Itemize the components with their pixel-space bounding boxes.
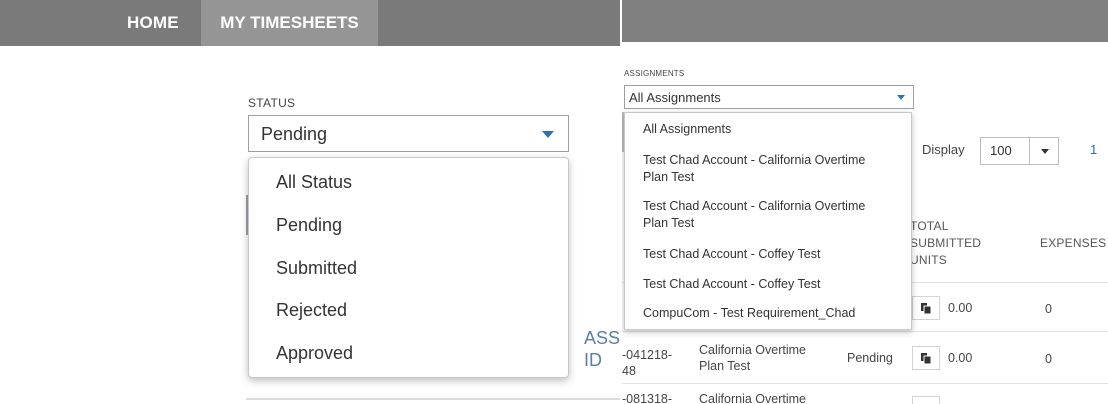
row2-status: Pending bbox=[847, 351, 893, 365]
total-units-header-line2: SUBMITTED bbox=[910, 236, 982, 250]
chevron-down-icon bbox=[542, 131, 554, 138]
copy-icon bbox=[921, 303, 931, 314]
status-select[interactable]: Pending bbox=[248, 115, 569, 152]
status-option-approved[interactable]: Approved bbox=[276, 343, 353, 364]
left-panel: HOME MY TIMESHEETS STATUS Pending All St… bbox=[0, 0, 620, 404]
status-option-all[interactable]: All Status bbox=[276, 172, 352, 193]
assignment-id-column-header[interactable]: ASSI ID bbox=[584, 327, 620, 371]
row1-expenses-value: 0 bbox=[1045, 302, 1052, 316]
assignment-option[interactable]: Test Chad Account - California Overtime … bbox=[643, 152, 893, 186]
assignment-option-all[interactable]: All Assignments bbox=[643, 121, 893, 138]
status-selected-value: Pending bbox=[261, 124, 328, 144]
row2-id-line2: 48 bbox=[622, 364, 636, 378]
nav-my-timesheets-tab[interactable]: MY TIMESHEETS bbox=[201, 0, 378, 46]
total-submitted-units-header[interactable]: TOTAL SUBMITTED UNITS bbox=[910, 218, 981, 269]
assignment-id-header-line2: ID bbox=[584, 350, 602, 370]
assignment-option[interactable]: Test Chad Account - Coffey Test bbox=[643, 276, 893, 293]
row-divider bbox=[622, 383, 1108, 384]
row3-assignment: California Overtime bbox=[699, 392, 806, 404]
row2-id-line1: -041218- bbox=[622, 348, 673, 362]
page-size-value[interactable]: 100 bbox=[980, 137, 1030, 165]
nav-home-link[interactable]: HOME bbox=[115, 0, 191, 46]
page-number-link[interactable]: 1 bbox=[1090, 142, 1097, 157]
assignments-dropdown-menu: All Assignments Test Chad Account - Cali… bbox=[624, 112, 912, 330]
page-size-dropdown-button[interactable] bbox=[1029, 137, 1059, 165]
assignment-option[interactable]: Test Chad Account - Coffey Test bbox=[643, 246, 893, 263]
units-detail-button[interactable] bbox=[912, 296, 940, 320]
row2-assignment: California Overtime Plan Test bbox=[699, 342, 806, 374]
row2-assignment-line1: California Overtime bbox=[699, 343, 806, 357]
units-detail-button[interactable] bbox=[912, 346, 940, 370]
status-dropdown-menu: All Status Pending Submitted Rejected Ap… bbox=[248, 157, 569, 378]
display-label: Display bbox=[922, 142, 965, 157]
total-units-header-line3: UNITS bbox=[910, 253, 947, 267]
row3-id[interactable]: -081318- bbox=[622, 391, 672, 404]
row2-units-value: 0.00 bbox=[948, 351, 973, 365]
row2-assignment-line2: Plan Test bbox=[699, 359, 751, 373]
top-nav-bar: HOME MY TIMESHEETS bbox=[0, 0, 620, 46]
status-option-pending[interactable]: Pending bbox=[276, 215, 342, 236]
expenses-header[interactable]: EXPENSES bbox=[1040, 235, 1106, 252]
assignment-id-header-line1: ASSI bbox=[584, 328, 620, 348]
chevron-down-icon bbox=[897, 95, 905, 100]
status-filter-label: STATUS bbox=[248, 96, 296, 110]
assignments-selected-value: All Assignments bbox=[629, 90, 721, 105]
row2-id[interactable]: -041218- 48 bbox=[622, 347, 672, 379]
status-option-submitted[interactable]: Submitted bbox=[276, 258, 357, 279]
chevron-down-icon bbox=[1041, 149, 1049, 154]
assignment-option[interactable]: Test Chad Account - California Overtime … bbox=[643, 198, 893, 232]
total-units-header-line1: TOTAL bbox=[910, 219, 949, 233]
assignment-option[interactable]: CompuCom - Test Requirement_Chad bbox=[643, 305, 893, 322]
row1-units-value: 0.00 bbox=[948, 301, 973, 315]
copy-icon bbox=[921, 353, 931, 364]
units-detail-button[interactable] bbox=[912, 396, 940, 404]
row2-expenses-value: 0 bbox=[1045, 352, 1052, 366]
top-nav-bar-right bbox=[622, 0, 1108, 42]
right-panel: ASSIGNMENTS All Assignments Display 100 … bbox=[622, 0, 1108, 404]
assignments-filter-label: ASSIGNMENTS bbox=[624, 69, 685, 78]
row-divider bbox=[622, 331, 1108, 332]
assignments-select[interactable]: All Assignments bbox=[624, 85, 914, 109]
table-divider bbox=[246, 398, 620, 400]
status-option-rejected[interactable]: Rejected bbox=[276, 300, 347, 321]
